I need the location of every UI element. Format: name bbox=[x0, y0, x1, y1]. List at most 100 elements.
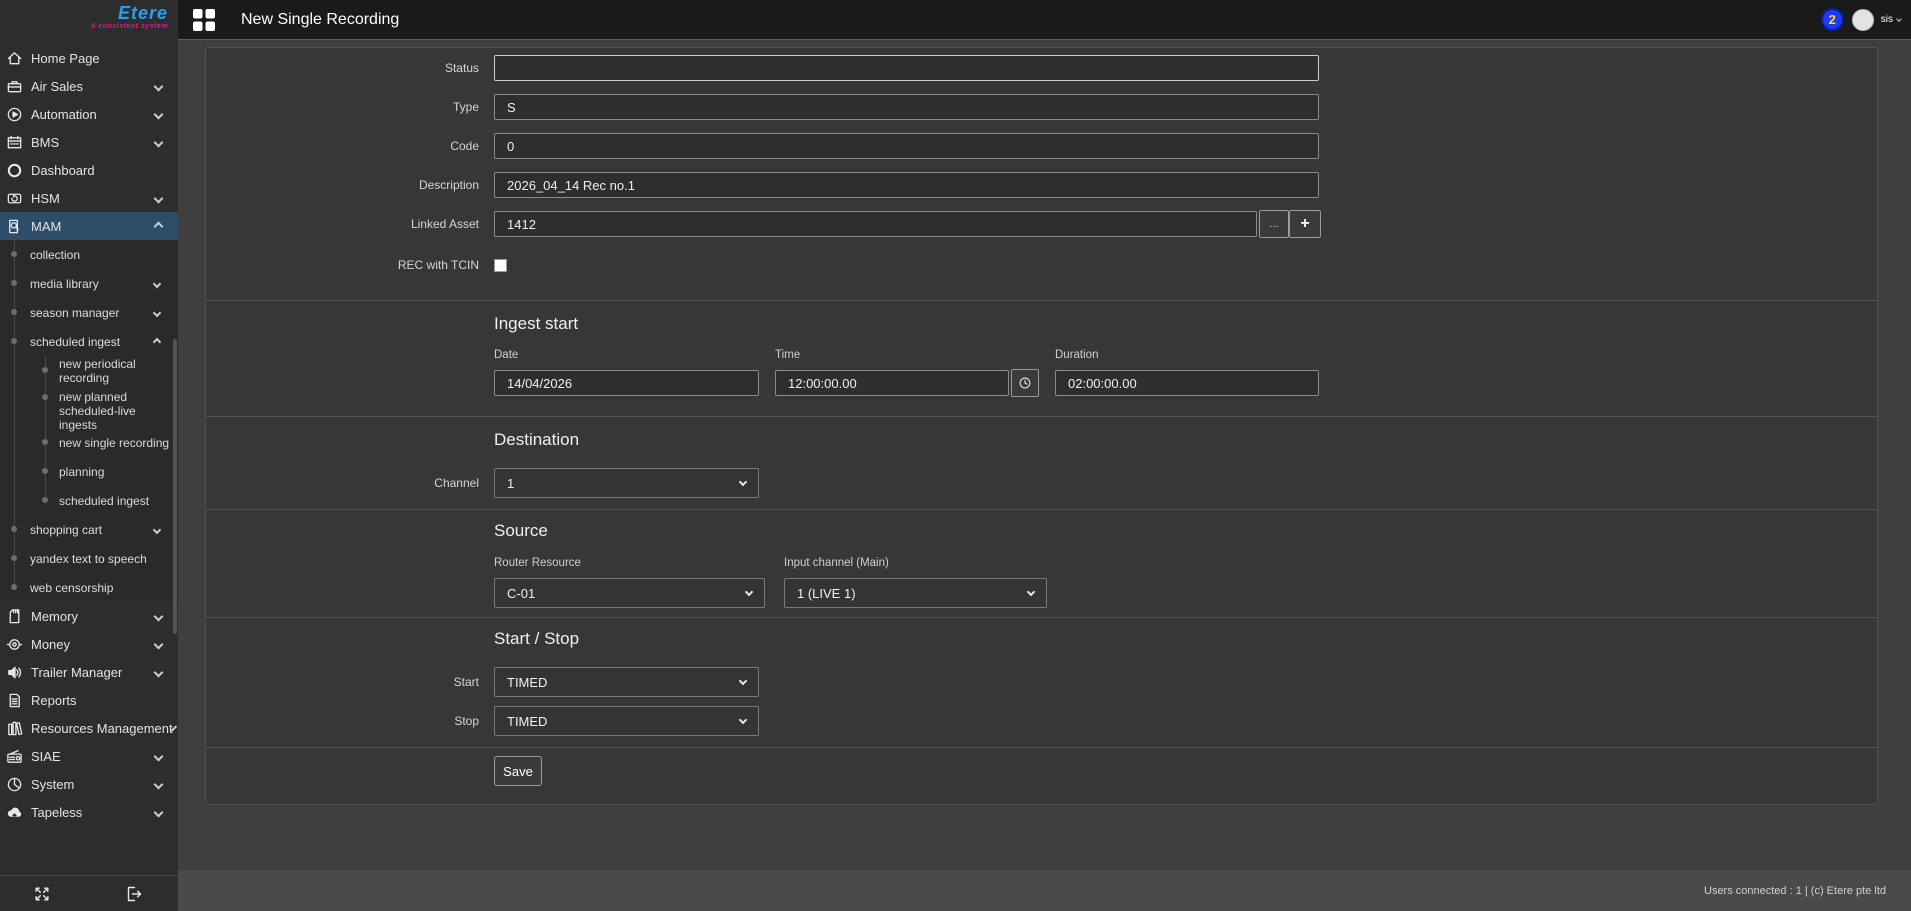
sidebar-item-label: web censorship bbox=[30, 581, 113, 595]
stop-select[interactable]: TIMED bbox=[494, 706, 759, 736]
rec-with-tcin-checkbox[interactable] bbox=[494, 259, 507, 272]
sidebar-item-automation[interactable]: Automation bbox=[0, 100, 178, 128]
duration-input[interactable] bbox=[1055, 370, 1319, 396]
sidebar-item-bms[interactable]: BMS bbox=[0, 128, 178, 156]
code-input[interactable] bbox=[494, 133, 1319, 159]
sidebar-item-hsm[interactable]: HSM bbox=[0, 184, 178, 212]
sidebar-item-label: Automation bbox=[31, 107, 97, 122]
sidebar-item-system[interactable]: System bbox=[0, 770, 178, 798]
fullscreen-icon[interactable] bbox=[33, 885, 51, 903]
user-menu[interactable]: sis bbox=[1881, 14, 1901, 25]
router-resource-select[interactable]: C-01 bbox=[494, 578, 765, 608]
start-label: Start bbox=[206, 669, 479, 695]
avatar[interactable] bbox=[1852, 9, 1874, 31]
sidebar-item-yandex-text-to-speech[interactable]: yandex text to speech bbox=[0, 544, 178, 573]
time-input[interactable] bbox=[775, 370, 1009, 396]
logout-icon[interactable] bbox=[125, 885, 143, 903]
linked-asset-browse-button[interactable]: ... bbox=[1259, 210, 1289, 238]
sidebar-item-scheduled-ingest[interactable]: scheduled ingest bbox=[0, 327, 178, 356]
input-channel-label: Input channel (Main) bbox=[784, 557, 889, 569]
chevron-down-icon bbox=[1896, 16, 1902, 22]
status-input[interactable] bbox=[494, 55, 1319, 81]
notification-badge[interactable]: 2 bbox=[1821, 8, 1844, 31]
sidebar-item-memory[interactable]: Memory bbox=[0, 602, 178, 630]
page-title: New Single Recording bbox=[241, 11, 399, 29]
sidebar-item-new-planned-scheduled-live-ingests[interactable]: new planned scheduled-live ingests bbox=[0, 385, 178, 428]
chevron-down-icon bbox=[153, 279, 161, 287]
source-title: Source bbox=[494, 521, 548, 541]
sd-card-icon bbox=[6, 608, 23, 625]
sidebar-item-siae[interactable]: SIAE bbox=[0, 742, 178, 770]
sidebar-item-trailer-manager[interactable]: Trailer Manager bbox=[0, 658, 178, 686]
input-channel-select[interactable]: 1 (LIVE 1) bbox=[784, 578, 1047, 608]
bullet-icon bbox=[42, 497, 48, 503]
sidebar-item-web-censorship[interactable]: web censorship bbox=[0, 573, 178, 602]
bullet-icon bbox=[42, 394, 48, 400]
brand-logo[interactable]: Etere A consistent system bbox=[0, 0, 178, 39]
stop-label: Stop bbox=[206, 708, 479, 734]
sidebar-item-home-page[interactable]: Home Page bbox=[0, 44, 178, 72]
sidebar-item-media-library[interactable]: media library bbox=[0, 269, 178, 298]
time-picker-button[interactable] bbox=[1011, 369, 1039, 397]
sidebar-item-label: Dashboard bbox=[31, 163, 95, 178]
sidebar-item-label: planning bbox=[59, 465, 104, 479]
radio-icon bbox=[6, 748, 23, 765]
coin-icon bbox=[6, 636, 23, 653]
chevron-down-icon bbox=[739, 715, 747, 723]
chevron-down-icon bbox=[745, 587, 753, 595]
channel-select-value: 1 bbox=[507, 476, 514, 491]
type-label: Type bbox=[206, 94, 479, 120]
ingest-start-title: Ingest start bbox=[494, 314, 578, 334]
sidebar-item-label: HSM bbox=[31, 191, 60, 206]
sidebar-item-label: collection bbox=[30, 248, 80, 262]
code-label: Code bbox=[206, 133, 479, 159]
chevron-down-icon bbox=[154, 137, 164, 147]
sidebar-item-money[interactable]: Money bbox=[0, 630, 178, 658]
linked-asset-input[interactable] bbox=[494, 211, 1257, 237]
sidebar-item-label: System bbox=[31, 777, 74, 792]
sidebar-item-dashboard[interactable]: Dashboard bbox=[0, 156, 178, 184]
sidebar-item-collection[interactable]: collection bbox=[0, 240, 178, 269]
sidebar-item-mam[interactable]: MAM bbox=[0, 212, 178, 240]
chevron-down-icon bbox=[739, 477, 747, 485]
description-input[interactable] bbox=[494, 172, 1319, 198]
type-input[interactable] bbox=[494, 94, 1319, 120]
apps-grid-icon[interactable] bbox=[192, 8, 216, 32]
start-select[interactable]: TIMED bbox=[494, 667, 759, 697]
linked-asset-add-button[interactable]: + bbox=[1289, 210, 1321, 238]
sidebar-item-planning[interactable]: planning bbox=[0, 457, 178, 486]
chevron-down-icon bbox=[154, 109, 164, 119]
bullet-icon bbox=[11, 309, 17, 315]
bullet-icon bbox=[11, 251, 17, 257]
chevron-down-icon bbox=[154, 81, 164, 91]
sidebar-item-new-periodical-recording[interactable]: new periodical recording bbox=[0, 356, 178, 385]
sidebar-nav: Home Page Air Sales Automation BMS Dashb… bbox=[0, 39, 178, 826]
doc-search-icon bbox=[6, 218, 23, 235]
sidebar-item-tapeless[interactable]: Tapeless bbox=[0, 798, 178, 826]
sidebar-item-scheduled-ingest-child[interactable]: scheduled ingest bbox=[0, 486, 178, 515]
sidebar-scrollbar[interactable] bbox=[173, 339, 177, 634]
sidebar-item-air-sales[interactable]: Air Sales bbox=[0, 72, 178, 100]
sidebar-item-label: Tapeless bbox=[31, 805, 82, 820]
sidebar-item-season-manager[interactable]: season manager bbox=[0, 298, 178, 327]
topbar-right-cluster: 2 sis bbox=[1821, 8, 1901, 31]
start-select-value: TIMED bbox=[507, 675, 547, 690]
sidebar-item-shopping-cart[interactable]: shopping cart bbox=[0, 515, 178, 544]
sidebar-item-label: new periodical recording bbox=[59, 357, 178, 385]
date-input[interactable] bbox=[494, 370, 759, 396]
status-label: Status bbox=[206, 55, 479, 81]
sidebar-item-new-single-recording[interactable]: new single recording bbox=[0, 428, 178, 457]
document-icon bbox=[6, 692, 23, 709]
date-label: Date bbox=[494, 349, 518, 361]
sidebar-item-reports[interactable]: Reports bbox=[0, 686, 178, 714]
channel-select[interactable]: 1 bbox=[494, 468, 759, 498]
sidebar-item-label: Money bbox=[31, 637, 70, 652]
sidebar-item-resources-management[interactable]: Resources Management bbox=[0, 714, 178, 742]
save-button[interactable]: Save bbox=[494, 756, 542, 786]
chevron-down-icon bbox=[154, 779, 164, 789]
calendar-icon bbox=[6, 134, 23, 151]
start-stop-title: Start / Stop bbox=[494, 629, 579, 649]
router-resource-label: Router Resource bbox=[494, 557, 581, 569]
input-channel-value: 1 (LIVE 1) bbox=[797, 586, 856, 601]
speaker-icon bbox=[6, 664, 23, 681]
